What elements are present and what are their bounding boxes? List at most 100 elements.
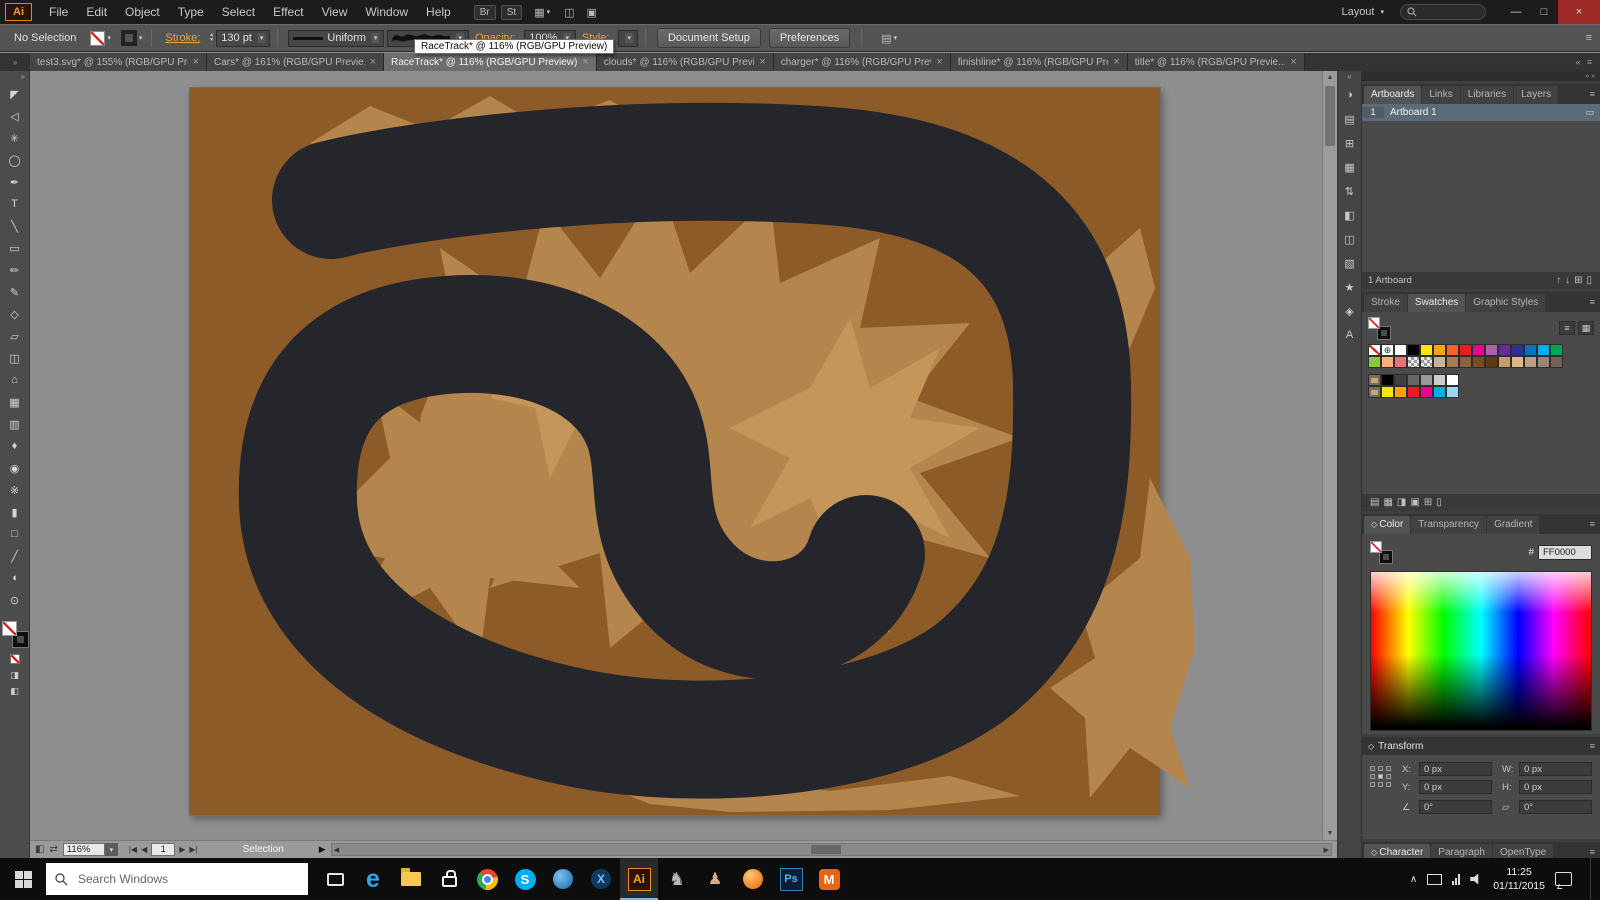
m-app[interactable]: M (810, 858, 848, 900)
graphic-styles-strip-icon[interactable]: ◫ (1338, 227, 1361, 251)
minimize-button[interactable]: — (1502, 0, 1530, 24)
gpu-performance-icon[interactable]: ◫ (564, 6, 574, 19)
tool-app[interactable]: ♟ (696, 858, 734, 900)
swatch[interactable] (1381, 356, 1394, 368)
menu-object[interactable]: Object (116, 0, 169, 24)
free-transform-tool[interactable]: ▱ (0, 325, 29, 347)
selection-tool[interactable]: ◤ (0, 83, 29, 105)
swatch[interactable] (1524, 344, 1537, 356)
swatch[interactable] (1446, 386, 1459, 398)
artboard-number-field[interactable]: 1 (151, 843, 176, 856)
artboard[interactable] (190, 88, 1195, 815)
last-artboard-icon[interactable]: ▶| (189, 845, 197, 854)
taskbar-clock[interactable]: 11:25 01/11/2015 (1493, 865, 1545, 893)
column-graph-tool[interactable]: ▮ (0, 501, 29, 523)
swatch[interactable] (1394, 356, 1407, 368)
menu-help[interactable]: Help (417, 0, 460, 24)
document-tab[interactable]: clouds* @ 116% (RGB/GPU Previe... × (596, 53, 774, 71)
perspective-grid-tool[interactable]: ⌂ (0, 369, 29, 391)
panel-footer-icon[interactable]: ▤ (1368, 497, 1381, 508)
swatch[interactable] (1537, 356, 1550, 368)
file-explorer-app[interactable] (392, 858, 430, 900)
panel-footer-icon[interactable]: ⊞ (1422, 497, 1434, 508)
eyedropper-tool[interactable]: ♦ (0, 435, 29, 457)
transparency-strip-icon[interactable]: ▦ (1338, 155, 1361, 179)
next-artboard-icon[interactable]: ▶ (179, 845, 185, 854)
swatch[interactable] (1433, 374, 1446, 386)
menu-type[interactable]: Type (169, 0, 213, 24)
chevron-down-icon[interactable]: ▾ (371, 33, 380, 43)
br-button[interactable]: Br (473, 4, 496, 20)
artboard-row[interactable]: 1 Artboard 1 ▭ (1362, 104, 1600, 121)
tab-transparency[interactable]: Transparency (1411, 516, 1487, 534)
zoom-control[interactable]: 116% ▾ (62, 843, 118, 856)
zoom-value[interactable]: 116% (62, 843, 105, 856)
tab-libraries[interactable]: Libraries (1460, 86, 1514, 104)
color-strip-icon[interactable]: ◑ (1338, 83, 1361, 107)
panel-footer-icon[interactable]: ▯ (1584, 275, 1594, 286)
st-button[interactable]: St (500, 4, 523, 20)
swatch[interactable] (1407, 344, 1420, 356)
fill-indicator[interactable] (1368, 317, 1380, 329)
pathfinder-strip-icon[interactable]: ▧ (1338, 251, 1361, 275)
slice-tool[interactable]: ╱ (0, 545, 29, 567)
swatch[interactable] (1485, 344, 1498, 356)
tab-stroke[interactable]: Stroke (1364, 294, 1407, 312)
edge-app[interactable]: e (354, 858, 392, 900)
chevron-down-icon[interactable]: ▾ (107, 34, 111, 42)
share-icon[interactable]: ▣ (587, 6, 597, 19)
scroll-down-icon[interactable]: ▼ (1323, 827, 1337, 840)
toolbox-collapse-icon[interactable]: » (0, 71, 29, 83)
toolbox-collapse-icon[interactable]: » (0, 53, 30, 71)
width-tool[interactable]: ◇ (0, 303, 29, 325)
swatch-reg[interactable] (1381, 344, 1394, 356)
appearance-strip-icon[interactable]: ◧ (1338, 203, 1361, 227)
menu-view[interactable]: View (313, 0, 357, 24)
swatch[interactable] (1537, 344, 1550, 356)
swatch[interactable] (1459, 344, 1472, 356)
menu-file[interactable]: File (40, 0, 77, 24)
swatch[interactable] (1485, 356, 1498, 368)
panel-menu-icon[interactable]: ≡ (1590, 741, 1595, 751)
chevron-down-icon[interactable]: ▾ (104, 843, 118, 856)
swatch-pattern[interactable] (1420, 356, 1433, 368)
document-tab[interactable]: charger* @ 116% (RGB/GPU Previ... × (773, 53, 951, 71)
status-icon-1[interactable]: ◧ (35, 844, 44, 855)
x-field[interactable]: 0 px (1419, 762, 1492, 776)
tab-links[interactable]: Links (1422, 86, 1460, 104)
blue-disc-app[interactable] (544, 858, 582, 900)
swatch[interactable] (1550, 344, 1563, 356)
rotate-field[interactable]: 0° (1419, 800, 1492, 814)
scroll-up-icon[interactable]: ▲ (1323, 71, 1337, 84)
collapse-diamond-icon[interactable]: ◇ (1368, 742, 1374, 751)
panel-menu-icon[interactable]: ≡ (1590, 847, 1595, 857)
prev-artboard-icon[interactable]: ◀ (141, 845, 147, 854)
color-spectrum[interactable] (1370, 571, 1592, 731)
tabbar-menu-icon[interactable]: ≡ (1587, 57, 1592, 67)
tab-gradient[interactable]: Gradient (1487, 516, 1540, 534)
chevron-down-icon[interactable]: ▾ (257, 33, 266, 43)
tray-expand-icon[interactable]: ∧ (1410, 874, 1417, 885)
w-field[interactable]: 0 px (1519, 762, 1592, 776)
taskbar-search[interactable] (46, 863, 308, 895)
document-setup-button[interactable]: Document Setup (656, 28, 761, 48)
chevron-down-icon[interactable]: ▾ (139, 34, 143, 42)
fill-indicator[interactable] (1, 621, 17, 636)
tab-artboards[interactable]: Artboards (1364, 86, 1422, 104)
swatch[interactable] (1524, 356, 1537, 368)
swatch[interactable] (1420, 344, 1433, 356)
control-panel-menu-icon[interactable]: ≡ (1586, 32, 1592, 44)
chevron-down-icon[interactable]: ▾ (625, 33, 633, 43)
swatch[interactable] (1381, 374, 1394, 386)
swatch[interactable] (1511, 356, 1524, 368)
panel-footer-icon[interactable]: ◨ (1395, 497, 1408, 508)
x-app[interactable]: X (582, 858, 620, 900)
swatch[interactable] (1550, 356, 1563, 368)
fill-color-swatch[interactable] (90, 30, 106, 46)
line-segment-tool[interactable]: ╲ (0, 215, 29, 237)
swatch[interactable] (1511, 344, 1524, 356)
store-app[interactable] (430, 858, 468, 900)
illustrator-app[interactable]: Ai (620, 858, 658, 900)
artboard-row-name[interactable]: Artboard 1 (1384, 107, 1585, 118)
swatch[interactable] (1498, 356, 1511, 368)
